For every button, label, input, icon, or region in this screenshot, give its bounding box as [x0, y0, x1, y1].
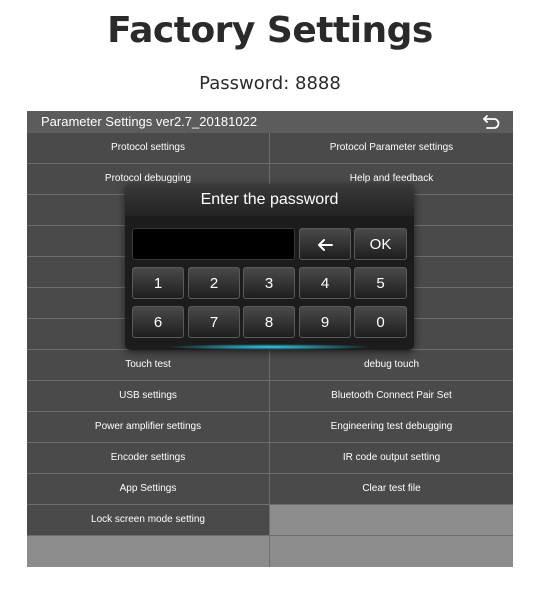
menu-bluetooth-connect-pair-set[interactable]: Bluetooth Connect Pair Set	[270, 381, 513, 412]
menu-row: Power amplifier settings Engineering tes…	[27, 412, 513, 443]
password-hint: Password: 8888	[199, 73, 341, 94]
screen-title: Parameter Settings ver2.7_20181022	[41, 114, 258, 129]
menu-empty-slot	[270, 536, 513, 567]
menu-row: App Settings Clear test file	[27, 474, 513, 505]
key-5[interactable]: 5	[354, 267, 407, 299]
menu-touch-test[interactable]: Touch test	[27, 350, 270, 381]
menu-row: Lock screen mode setting	[27, 505, 513, 536]
menu-row	[27, 536, 513, 567]
menu-encoder-settings[interactable]: Encoder settings	[27, 443, 270, 474]
dialog-title: Enter the password	[125, 184, 414, 216]
menu-row: USB settings Bluetooth Connect Pair Set	[27, 381, 513, 412]
menu-row: Protocol settings Protocol Parameter set…	[27, 133, 513, 164]
menu-debug-touch[interactable]: debug touch	[270, 350, 513, 381]
page-heading: Factory Settings	[107, 10, 433, 51]
key-4[interactable]: 4	[299, 267, 351, 299]
back-return-icon[interactable]	[481, 113, 501, 131]
menu-app-settings[interactable]: App Settings	[27, 474, 270, 505]
menu-clear-test-file[interactable]: Clear test file	[270, 474, 513, 505]
key-9[interactable]: 9	[299, 306, 351, 338]
left-arrow-icon	[318, 239, 333, 252]
menu-protocol-settings[interactable]: Protocol settings	[27, 133, 270, 164]
ok-button[interactable]: OK	[354, 228, 407, 260]
backspace-button[interactable]	[299, 228, 351, 260]
key-3[interactable]: 3	[243, 267, 295, 299]
menu-ir-code-output-setting[interactable]: IR code output setting	[270, 443, 513, 474]
key-7[interactable]: 7	[188, 306, 240, 338]
menu-power-amplifier-settings[interactable]: Power amplifier settings	[27, 412, 270, 443]
menu-row: Encoder settings IR code output setting	[27, 443, 513, 474]
menu-empty-slot	[27, 536, 270, 567]
menu-protocol-parameter-settings[interactable]: Protocol Parameter settings	[270, 133, 513, 164]
menu-usb-settings[interactable]: USB settings	[27, 381, 270, 412]
key-0[interactable]: 0	[354, 306, 407, 338]
key-2[interactable]: 2	[188, 267, 240, 299]
key-8[interactable]: 8	[243, 306, 295, 338]
menu-row: Touch test debug touch	[27, 350, 513, 381]
key-1[interactable]: 1	[132, 267, 184, 299]
menu-engineering-test-debugging[interactable]: Engineering test debugging	[270, 412, 513, 443]
menu-empty-slot	[270, 505, 513, 536]
title-bar: Parameter Settings ver2.7_20181022	[27, 111, 513, 134]
password-dialog: Enter the password OK 1 2 3 4 5 6 7 8 9 …	[125, 184, 414, 350]
dialog-glow-accent	[165, 344, 374, 350]
password-input[interactable]	[132, 228, 295, 260]
menu-lock-screen-mode-setting[interactable]: Lock screen mode setting	[27, 505, 270, 536]
key-6[interactable]: 6	[132, 306, 184, 338]
